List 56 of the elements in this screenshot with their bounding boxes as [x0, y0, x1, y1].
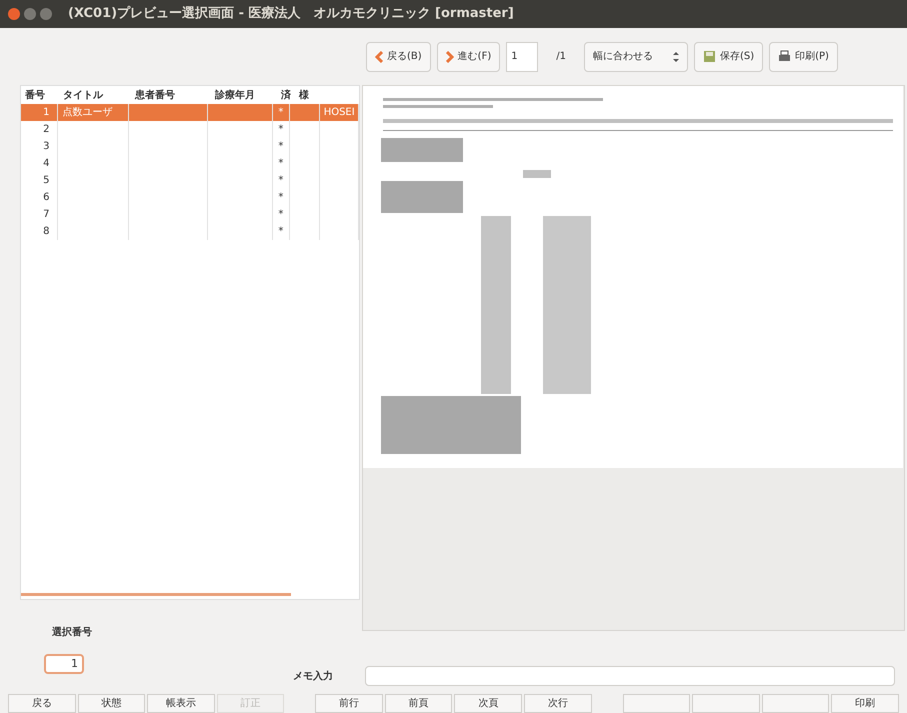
maximize-button[interactable] [40, 8, 52, 20]
table-cell: 7 [43, 209, 50, 220]
function-button[interactable]: 帳表示 [147, 694, 215, 713]
table-cell: * [278, 192, 284, 203]
back-button[interactable]: 戻る(B) [366, 42, 431, 72]
window-title: (XC01)プレビュー選択画面 - 医療法人 オルカモクリニック [ormaster] [68, 4, 514, 24]
table-cell: 3 [43, 141, 50, 152]
spinner-arrows-icon [672, 50, 679, 62]
field-label: 選択番号 [52, 627, 92, 638]
function-button[interactable] [692, 694, 760, 713]
close-button[interactable] [8, 8, 20, 20]
function-button[interactable]: 次頁 [454, 694, 522, 713]
table-cell: * [278, 226, 284, 237]
table-cell: * [278, 209, 284, 220]
function-button[interactable]: 印刷 [831, 694, 899, 713]
scrollbar[interactable] [21, 593, 291, 596]
page-total: /1 [555, 50, 567, 64]
table-cell: 1 [43, 107, 50, 118]
table-cell: * [278, 124, 284, 135]
function-button[interactable] [762, 694, 830, 713]
column-header: 番号 [24, 88, 46, 102]
function-button[interactable]: 前行 [315, 694, 383, 713]
print-button[interactable]: 印刷(P) [769, 42, 838, 72]
right-chevron-icon [446, 50, 454, 62]
column-header: タイトル [62, 88, 104, 102]
function-button[interactable]: 状態 [78, 694, 146, 713]
column-header: 様 [298, 88, 310, 102]
function-button[interactable]: 前頁 [384, 694, 452, 713]
left-chevron-icon [375, 50, 383, 62]
zoom-dropdown[interactable]: 幅に合わせる [584, 42, 688, 72]
table-cell: 5 [43, 175, 50, 186]
table-cell: HOSEI [324, 107, 355, 118]
table-cell: * [278, 141, 284, 152]
memo-field[interactable] [365, 666, 895, 686]
table-cell: 4 [43, 158, 50, 169]
table-cell: 2 [43, 124, 50, 135]
table-cell: * [278, 158, 284, 169]
table-cell: 点数ユーザ [62, 107, 112, 118]
function-button[interactable] [622, 694, 690, 713]
printer-icon [778, 50, 792, 63]
save-icon [702, 50, 716, 63]
column-header: 診療年月 [214, 88, 256, 102]
table-cell: 6 [43, 192, 50, 203]
field-label: メモ入力 [293, 670, 334, 684]
page-field[interactable]: 1 [506, 42, 538, 72]
function-button[interactable]: 次行 [524, 694, 592, 713]
table-cell: * [278, 175, 284, 186]
column-header: 済 [280, 88, 292, 102]
column-header: 患者番号 [134, 88, 176, 102]
table-cell: 8 [43, 226, 50, 237]
minimize-button[interactable] [24, 8, 36, 20]
input-field[interactable]: 1 [44, 654, 84, 674]
table-cell: * [278, 107, 284, 118]
forward-button[interactable]: 進む(F) [436, 42, 500, 72]
save-button[interactable]: 保存(S) [694, 42, 764, 72]
function-button[interactable]: 戻る [8, 694, 76, 713]
